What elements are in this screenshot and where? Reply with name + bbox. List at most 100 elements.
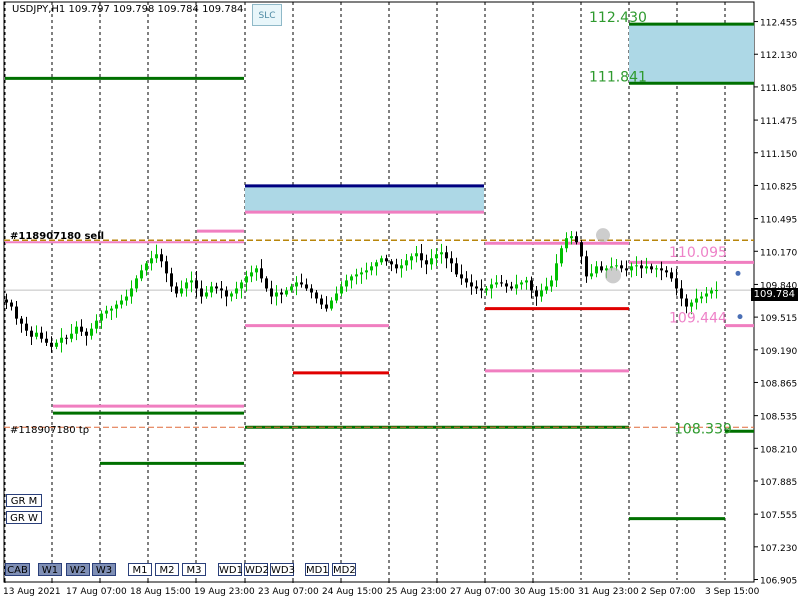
candle-body <box>385 258 388 262</box>
x-tick-label: 19 Aug 23:00 <box>194 587 255 597</box>
y-tick-label: 111.805 <box>760 84 797 94</box>
timeframe-button-w3[interactable]: W3 <box>92 563 116 576</box>
timeframe-button-md2[interactable]: MD2 <box>332 563 356 576</box>
timeframe-button-md1[interactable]: MD1 <box>305 563 329 576</box>
y-tick-label: 110.495 <box>760 216 797 226</box>
candle-body <box>200 288 203 297</box>
candle-body <box>55 342 58 347</box>
candle-body <box>350 276 353 281</box>
candle-body <box>580 242 583 257</box>
candle-body <box>540 290 543 297</box>
candle-body <box>125 296 128 301</box>
candle-body <box>145 263 148 271</box>
x-tick-label: 23 Aug 07:00 <box>258 587 319 597</box>
candle-body <box>315 292 318 299</box>
price-chart[interactable]: 112.430 111.841 110.095 109.444 108.339 112.… <box>0 0 800 600</box>
timeframe-button-wd3[interactable]: WD3 <box>270 563 295 576</box>
candle-body <box>110 308 113 311</box>
candle-body <box>715 290 718 292</box>
candle-body <box>550 280 553 287</box>
candle-body <box>270 288 273 297</box>
y-tick-label: 108.865 <box>760 379 797 389</box>
candle-body <box>320 298 323 305</box>
candle-body <box>230 293 233 297</box>
candle-body <box>710 290 713 294</box>
candle-body <box>305 284 308 289</box>
candle-body <box>175 286 178 294</box>
x-tick-label: 18 Aug 15:00 <box>130 587 191 597</box>
candle-body <box>260 268 263 279</box>
signal-marker <box>596 228 610 243</box>
candle-body <box>115 304 118 309</box>
timeframe-button-w1[interactable]: W1 <box>38 563 62 576</box>
x-tick-label: 25 Aug 23:00 <box>386 587 447 597</box>
candle-body <box>30 330 33 337</box>
candle-body <box>570 236 573 239</box>
candle-body <box>535 290 538 297</box>
signal-marker <box>605 267 621 284</box>
candle-body <box>560 248 563 264</box>
marker-dot <box>737 314 743 320</box>
price-level-label: 111.841 <box>589 69 647 85</box>
candle-body <box>25 323 28 331</box>
candle-body <box>70 333 73 339</box>
candle-body <box>545 286 548 291</box>
timeframe-button-wd2[interactable]: WD2 <box>244 563 269 576</box>
y-tick-label: 110.170 <box>760 248 797 258</box>
candle-body <box>390 261 393 265</box>
x-tick-label: 17 Aug 07:00 <box>66 587 127 597</box>
candle-body <box>650 266 653 270</box>
candle-body <box>160 254 163 262</box>
candle-body <box>255 268 258 273</box>
slc-button[interactable]: SLC <box>252 4 282 26</box>
candle-body <box>240 282 243 289</box>
candle-body <box>130 288 133 297</box>
candle-body <box>665 270 668 273</box>
candle-body <box>220 288 223 291</box>
candle-body <box>405 260 408 266</box>
candle-body <box>300 282 303 285</box>
candle-body <box>360 272 363 275</box>
candle-body <box>10 302 13 307</box>
timeframe-button-m2[interactable]: M2 <box>155 563 179 576</box>
gr-w-button[interactable]: GR W <box>6 511 42 524</box>
candle-body <box>695 298 698 303</box>
marker-dot <box>735 270 741 276</box>
timeframe-button-wd1[interactable]: WD1 <box>218 563 243 576</box>
candle-body <box>340 286 343 294</box>
candle-body <box>410 256 413 261</box>
candle-body <box>660 268 663 271</box>
candle-body <box>640 265 643 269</box>
x-tick-label: 2 Sep 07:00 <box>641 587 696 597</box>
y-tick-label: 109.515 <box>760 314 797 324</box>
zone-box <box>629 24 754 84</box>
candle-body <box>615 265 618 267</box>
candle-body <box>565 238 568 249</box>
timeframe-button-w2[interactable]: W2 <box>66 563 90 576</box>
candle-body <box>625 268 628 271</box>
candle-body <box>455 263 458 275</box>
price-axis: 112.455 112.130 111.805 111.475 111.150 110.8… <box>754 19 797 586</box>
candle-body <box>345 280 348 287</box>
candle-body <box>705 293 708 297</box>
candle-body <box>105 310 108 314</box>
gr-m-button[interactable]: GR M <box>6 494 42 507</box>
candle-body <box>215 286 218 289</box>
candle-body <box>40 332 43 339</box>
candle-body <box>370 266 373 271</box>
y-tick-label: 107.230 <box>760 544 797 554</box>
candle-body <box>85 331 88 336</box>
candle-body <box>100 313 103 321</box>
candle-body <box>195 280 198 289</box>
candle-body <box>510 286 513 289</box>
price-level-label: 109.444 <box>669 310 727 326</box>
y-tick-label: 111.475 <box>760 117 797 127</box>
timeframe-button-m1[interactable]: M1 <box>128 563 152 576</box>
timeframe-button-m3[interactable]: M3 <box>182 563 206 576</box>
timeframe-button-cab[interactable]: CAB <box>5 563 30 576</box>
candle-body <box>655 268 658 270</box>
candle-body <box>250 272 253 277</box>
candle-body <box>645 266 648 269</box>
candle-body <box>375 262 378 267</box>
candle-body <box>275 292 278 297</box>
